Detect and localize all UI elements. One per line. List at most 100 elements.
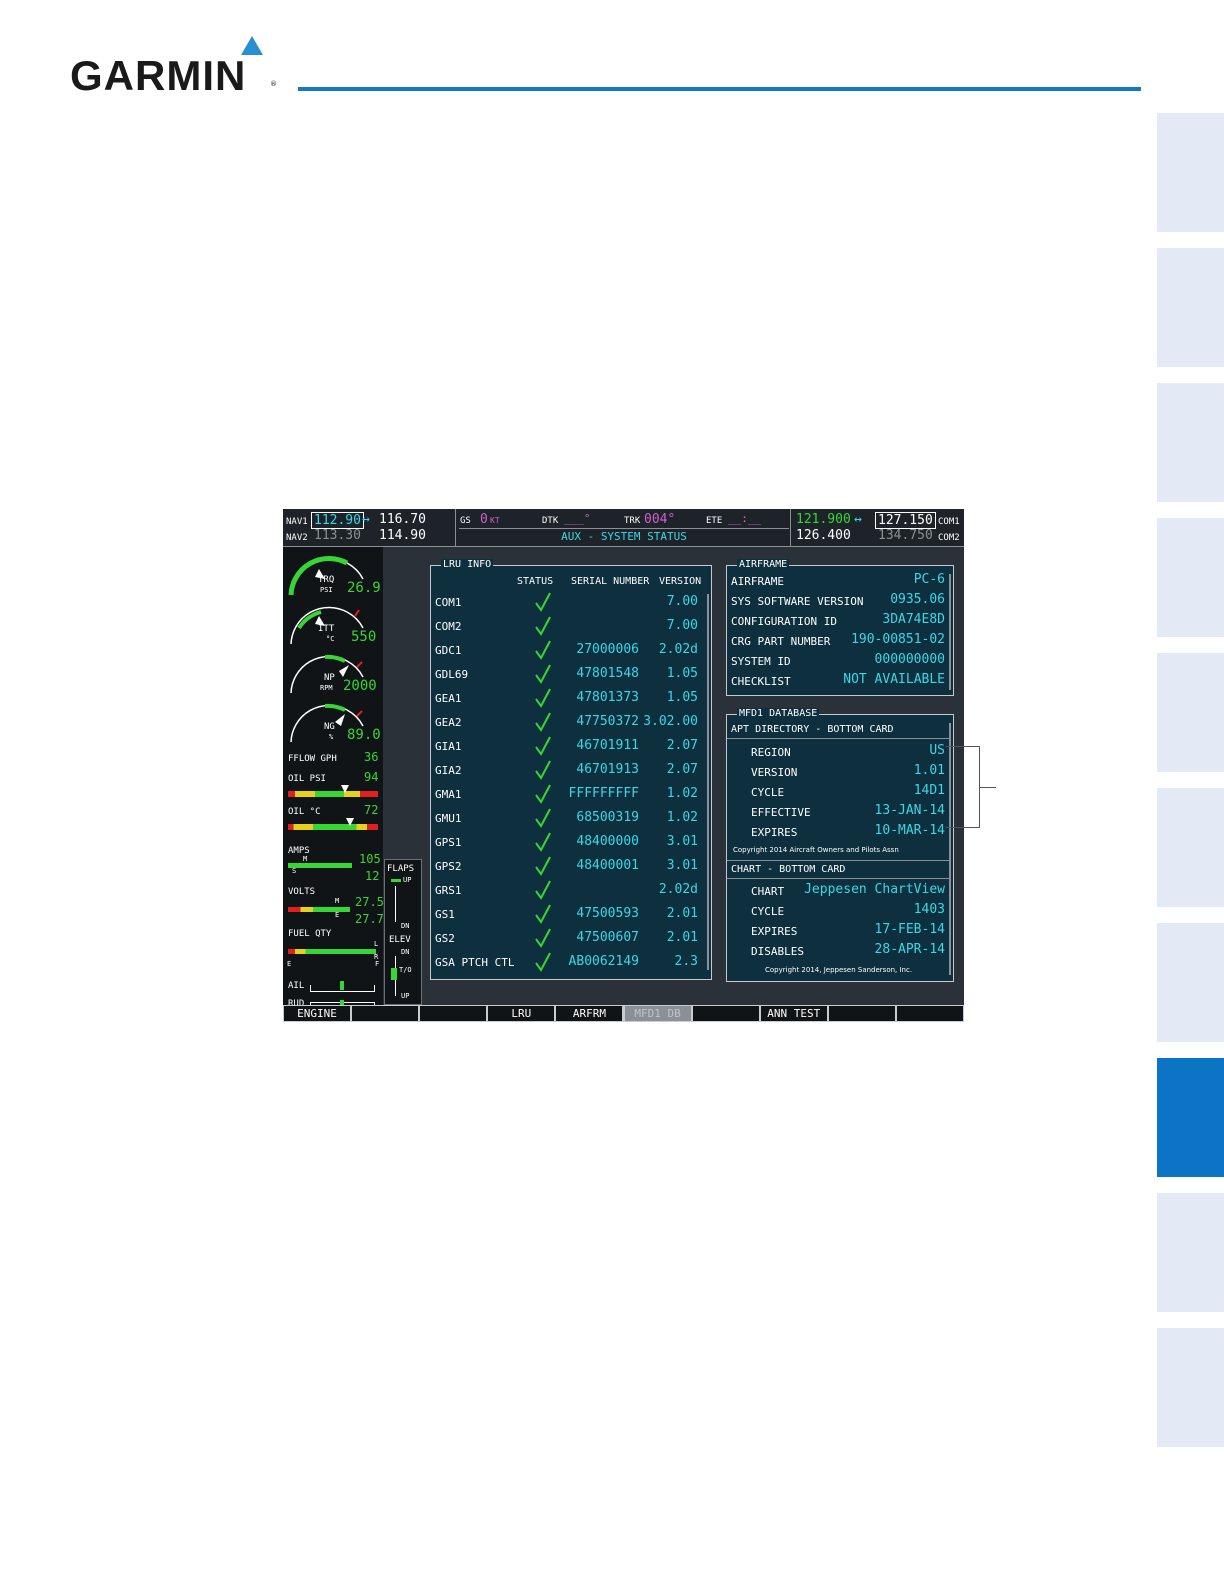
info-value: 3DA74E8D	[882, 612, 945, 627]
lru-serial: 46701911	[576, 738, 639, 753]
nav1-swap-icon[interactable]: ↔	[362, 512, 370, 527]
lru-serial-header: SERIAL NUMBER	[571, 576, 650, 587]
nav1-standby-freq[interactable]: 116.70	[379, 512, 426, 527]
lru-version: 2.3	[674, 954, 698, 969]
side-tab-10[interactable]	[1157, 1328, 1224, 1447]
lru-row: COM1 7.00	[431, 592, 709, 616]
info-key: CHECKLIST	[731, 675, 791, 688]
lru-row: GDC1 27000006 2.02d	[431, 640, 709, 664]
softkey-7[interactable]	[692, 1006, 759, 1021]
lru-name: GMA1	[435, 788, 462, 801]
nav-divider	[455, 509, 456, 547]
com1-standby-freq[interactable]: 127.150	[875, 512, 936, 529]
status-check-icon	[535, 928, 551, 948]
info-row: SYS SOFTWARE VERSION 0935.06	[727, 592, 953, 612]
info-row: CRG PART NUMBER 190-00851-02	[727, 632, 953, 652]
info-value: US	[929, 743, 945, 758]
side-tab-6[interactable]	[1157, 788, 1224, 907]
side-tab-7[interactable]	[1157, 923, 1224, 1042]
lru-version: 2.01	[666, 906, 698, 921]
info-key: CRG PART NUMBER	[731, 635, 831, 648]
apt-copyright: Copyright 2014 Aircraft Owners and Pilot…	[733, 846, 899, 854]
side-tab-5[interactable]	[1157, 653, 1224, 772]
softkey-10[interactable]	[896, 1006, 963, 1021]
np-value: 2000	[343, 678, 377, 694]
nav2-label: NAV2	[286, 533, 308, 543]
lru-row: GSA PTCH CTL AB0062149 2.3	[431, 952, 709, 976]
softkey-3[interactable]	[420, 1006, 487, 1021]
info-value: 0935.06	[890, 592, 945, 607]
side-tab-4[interactable]	[1157, 518, 1224, 637]
softkey-6[interactable]: MFD1 DB	[624, 1006, 691, 1021]
com2-active-freq[interactable]: 126.400	[796, 528, 851, 543]
info-row: CYCLE 1403	[727, 902, 953, 922]
oil-temp-pointer-icon	[346, 818, 354, 826]
volts-label: VOLTS	[288, 887, 316, 897]
amps-s-marker: S	[292, 867, 297, 875]
side-tab-3[interactable]	[1157, 383, 1224, 502]
itt-unit: °C	[326, 635, 335, 643]
side-tab-9[interactable]	[1157, 1193, 1224, 1312]
callout-leader-line	[980, 787, 996, 788]
elev-dn-label: DN	[401, 948, 410, 956]
amps-bar	[288, 863, 352, 868]
chart-copyright: Copyright 2014, Jeppesen Sanderson, Inc.	[765, 966, 913, 974]
top-bar: NAV1 112.90 ↔ 116.70 NAV2 113.30 114.90 …	[283, 509, 964, 547]
info-row: CONFIGURATION ID 3DA74E8D	[727, 612, 953, 632]
status-check-icon	[535, 640, 551, 660]
lru-version: 2.07	[666, 738, 698, 753]
com1-swap-icon[interactable]: ↔	[854, 512, 862, 527]
side-tab-1[interactable]	[1157, 113, 1224, 232]
softkey-9[interactable]	[828, 1006, 895, 1021]
lru-serial: 47500593	[576, 906, 639, 921]
dtk-value: ___°	[564, 512, 591, 525]
com2-label: COM2	[938, 533, 960, 543]
info-row: EFFECTIVE 13-JAN-14	[727, 803, 953, 823]
ete-label: ETE	[706, 516, 723, 526]
lru-version: 2.07	[666, 762, 698, 777]
oil-psi-value: 94	[364, 770, 379, 784]
airframe-scrollbar[interactable]	[949, 574, 951, 690]
fuel-empty-label: E	[287, 960, 292, 968]
lru-serial: 68500319	[576, 810, 639, 825]
lru-serial: 47801548	[576, 666, 639, 681]
side-tab-8-active[interactable]	[1157, 1058, 1224, 1177]
dtk-label: DTK	[542, 516, 559, 526]
callout-bracket	[946, 746, 980, 828]
status-check-icon	[535, 832, 551, 852]
softkey-4[interactable]: LRU	[488, 1006, 555, 1021]
lru-row: GRS1 2.02d	[431, 880, 709, 904]
oil-temp-bar	[288, 824, 378, 830]
lru-name: GSA PTCH CTL	[435, 956, 515, 969]
fuel-full-label: F	[375, 960, 380, 968]
softkey-1[interactable]: ENGINE	[284, 1006, 351, 1021]
softkey-2[interactable]	[352, 1006, 419, 1021]
info-value: PC-6	[913, 572, 945, 587]
info-row: SYSTEM ID 000000000	[727, 652, 953, 672]
softkey-8[interactable]: ANN TEST	[760, 1006, 827, 1021]
nav2-standby-freq[interactable]: 114.90	[379, 528, 426, 543]
status-check-icon	[535, 736, 551, 756]
lru-name: GDC1	[435, 644, 462, 657]
lru-version: 1.02	[666, 810, 698, 825]
lru-version: 7.00	[666, 594, 698, 609]
amps-value-1: 105	[359, 852, 381, 866]
com2-standby-freq[interactable]: 134.750	[878, 528, 933, 543]
volts-bar	[288, 907, 350, 912]
com1-active-freq[interactable]: 121.900	[796, 512, 851, 527]
volts-value-1: 27.5	[355, 895, 384, 909]
volts-m-marker: M	[335, 897, 340, 905]
side-tab-2[interactable]	[1157, 248, 1224, 367]
info-key: VERSION	[751, 766, 798, 779]
gs-label: GS	[460, 516, 471, 526]
lru-version: 7.00	[666, 618, 698, 633]
status-check-icon	[535, 712, 551, 732]
info-value: Jeppesen ChartView	[804, 882, 945, 897]
softkey-5[interactable]: ARFRM	[556, 1006, 623, 1021]
status-check-icon	[535, 856, 551, 876]
nav1-active-freq[interactable]: 112.90	[311, 512, 364, 529]
nav2-active-freq[interactable]: 113.30	[314, 528, 361, 543]
chart-header: CHART - BOTTOM CARD	[731, 864, 846, 875]
info-key: CYCLE	[751, 905, 785, 918]
lru-name: GEA2	[435, 716, 462, 729]
